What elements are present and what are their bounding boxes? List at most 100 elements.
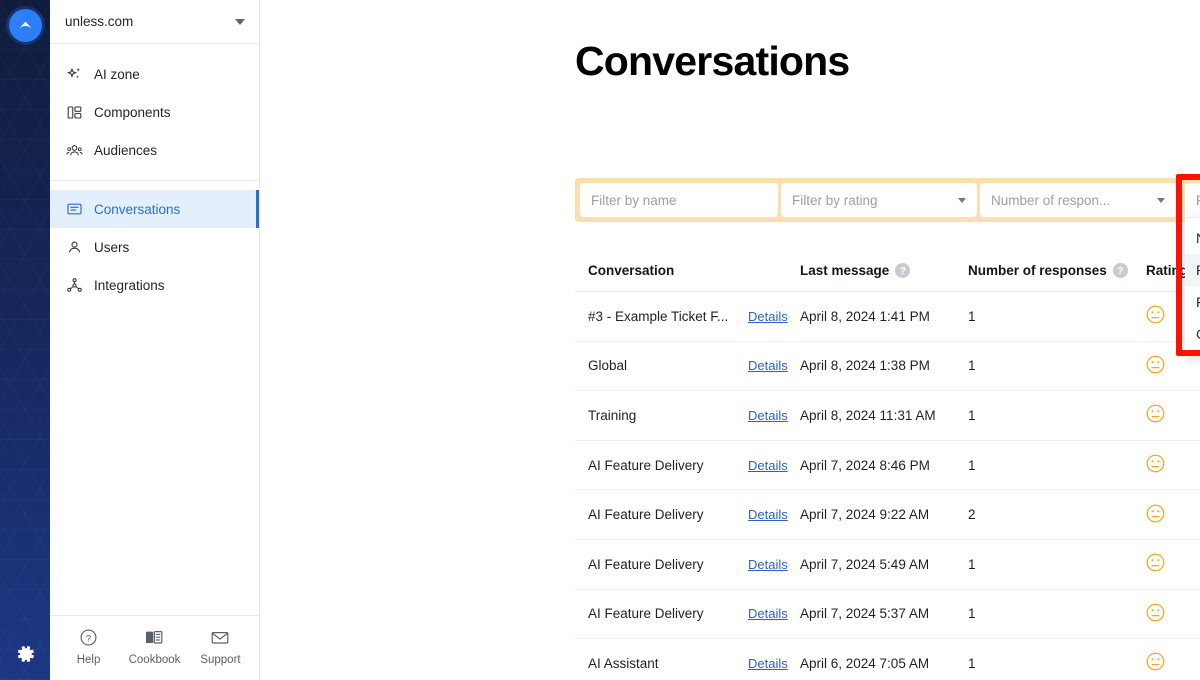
- details-link[interactable]: Details: [748, 606, 788, 621]
- chat-bubble-icon: [66, 201, 83, 218]
- logo-chevron-glyph: [16, 16, 35, 35]
- filter-by-rating-select[interactable]: Filter by rating: [781, 183, 977, 217]
- open-book-icon: [144, 628, 164, 650]
- filter-by-name-input[interactable]: Filter by name: [580, 183, 778, 217]
- filter-name-placeholder: Filter by name: [591, 193, 677, 208]
- rating-neutral-face-icon[interactable]: [1146, 553, 1165, 575]
- details-link[interactable]: Details: [748, 458, 788, 473]
- cell-conversation: AI Feature Delivery: [588, 507, 733, 522]
- help-circle-icon[interactable]: ?: [895, 263, 910, 278]
- cell-number-of-responses: 1: [968, 656, 976, 671]
- table-header-row: Conversation Last message ? Number of re…: [575, 250, 1200, 292]
- sidebar-item-label: Audiences: [94, 143, 157, 158]
- envelope-icon: [210, 628, 230, 650]
- status-option-flagged[interactable]: Flagged: [1185, 286, 1200, 318]
- gear-glyph: [13, 642, 37, 666]
- table-row[interactable]: AI Feature DeliveryDetailsApril 7, 2024 …: [575, 540, 1200, 590]
- status-option-label: Read: [1196, 262, 1200, 278]
- table-row[interactable]: AI Feature Delivery Details April 7, 2024 …: [575, 490, 1200, 540]
- cell-conversation: Global: [588, 358, 733, 373]
- table-row[interactable]: AI Feature DeliveryDetailsApril 7, 2024 …: [575, 590, 1200, 640]
- gear-icon[interactable]: [13, 642, 37, 666]
- sidebar-item-conversations[interactable]: Conversations: [50, 190, 259, 228]
- sidebar-item-users[interactable]: Users: [50, 228, 259, 266]
- chevron-down-icon: [235, 19, 245, 25]
- unless-logo-chevron-icon[interactable]: [9, 9, 42, 42]
- column-header-label: Last message: [800, 263, 889, 278]
- components-grid-icon: [66, 104, 83, 121]
- details-link[interactable]: Details: [748, 358, 788, 373]
- status-option-label: New: [1196, 230, 1200, 246]
- column-header-last-message[interactable]: Last message ?: [787, 263, 955, 278]
- cell-number-of-responses: 2: [968, 507, 976, 522]
- rating-neutral-face-icon[interactable]: [1146, 603, 1165, 625]
- support-button[interactable]: Support: [195, 628, 245, 666]
- neutral-face-glyph: [1146, 553, 1165, 572]
- cell-conversation: AI Assistant: [588, 656, 733, 671]
- cell-last-message: April 7, 2024 9:22 AM: [800, 507, 929, 522]
- conversations-table: Conversation Last message ? Number of re…: [575, 250, 1200, 680]
- sidebar-item-integrations[interactable]: Integrations: [50, 266, 259, 304]
- status-option-closed[interactable]: Closed: [1185, 318, 1200, 350]
- neutral-face-glyph: [1146, 404, 1165, 423]
- chevron-down-icon: [958, 198, 966, 203]
- page-title: Conversations: [575, 38, 849, 85]
- filter-bar: Filter by name Filter by rating Number o…: [575, 178, 1200, 222]
- status-option-read[interactable]: Read: [1185, 254, 1200, 286]
- details-link[interactable]: Details: [748, 309, 788, 324]
- sidebar-item-label: Users: [94, 240, 129, 255]
- neutral-face-glyph: [1146, 355, 1165, 374]
- details-link[interactable]: Details: [748, 408, 788, 423]
- sidebar-item-label: AI zone: [94, 67, 140, 82]
- nav-group-primary: AI zone Components: [50, 44, 259, 180]
- rating-neutral-face-icon[interactable]: [1146, 454, 1165, 476]
- neutral-face-glyph: [1146, 454, 1165, 473]
- table-row[interactable]: TrainingDetailsApril 8, 2024 11:31 AM1Re…: [575, 391, 1200, 441]
- filter-by-status-combobox: Filter by status New Read Flagged: [1185, 183, 1200, 356]
- column-header-number-of-responses[interactable]: Number of responses ?: [955, 263, 1133, 278]
- neutral-face-glyph: [1146, 504, 1165, 523]
- support-label: Support: [200, 654, 240, 666]
- cell-last-message: April 7, 2024 8:46 PM: [800, 458, 930, 473]
- rating-neutral-face-icon[interactable]: [1146, 355, 1165, 377]
- filter-status-placeholder: Filter by status: [1196, 193, 1200, 208]
- rating-neutral-face-icon[interactable]: [1146, 652, 1165, 674]
- sidebar-spacer: [50, 315, 259, 615]
- column-header-conversation[interactable]: Conversation: [575, 263, 735, 278]
- account-switcher[interactable]: unless.com: [50, 0, 259, 44]
- integrations-node-icon: [66, 277, 83, 294]
- user-icon: [66, 239, 83, 256]
- table-row[interactable]: #3 - Example Ticket F...DetailsApril 8, …: [575, 292, 1200, 342]
- cell-number-of-responses: 1: [968, 358, 976, 373]
- filter-by-responses-select[interactable]: Number of respon...: [980, 183, 1176, 217]
- cookbook-button[interactable]: Cookbook: [129, 628, 181, 666]
- table-row[interactable]: GlobalDetailsApril 8, 2024 1:38 PM1Read: [575, 342, 1200, 392]
- column-header-label: Conversation: [588, 263, 674, 278]
- sidebar-item-components[interactable]: Components: [50, 93, 259, 131]
- details-link[interactable]: Details: [748, 656, 788, 671]
- rating-neutral-face-icon[interactable]: [1146, 305, 1165, 327]
- cell-conversation: AI Feature Delivery: [588, 458, 733, 473]
- cell-number-of-responses: 1: [968, 309, 976, 324]
- table-row[interactable]: AI AssistantDetailsApril 6, 2024 7:05 AM…: [575, 639, 1200, 680]
- status-option-new[interactable]: New: [1185, 222, 1200, 254]
- rating-neutral-face-icon[interactable]: [1146, 404, 1165, 426]
- filter-by-status-input[interactable]: Filter by status: [1185, 183, 1200, 217]
- question-circle-icon: ?: [79, 628, 98, 650]
- audiences-people-icon: [66, 142, 83, 159]
- rating-neutral-face-icon[interactable]: [1146, 504, 1165, 526]
- filter-rating-placeholder: Filter by rating: [792, 193, 878, 208]
- sidebar-item-audiences[interactable]: Audiences: [50, 131, 259, 169]
- table-body: #3 - Example Ticket F...DetailsApril 8, …: [575, 292, 1200, 680]
- sidebar-item-ai-zone[interactable]: AI zone: [50, 55, 259, 93]
- account-name: unless.com: [65, 14, 235, 29]
- help-circle-icon[interactable]: ?: [1113, 263, 1128, 278]
- cell-conversation: Training: [588, 408, 733, 423]
- table-row[interactable]: AI Feature Delivery Details April 7, 2024 …: [575, 441, 1200, 491]
- details-link[interactable]: Details: [748, 507, 788, 522]
- column-header-label: Rating: [1146, 263, 1188, 278]
- cell-last-message: April 8, 2024 1:41 PM: [800, 309, 930, 324]
- nav-group-secondary: Conversations Users: [50, 180, 259, 315]
- help-button[interactable]: ? Help: [64, 628, 114, 666]
- details-link[interactable]: Details: [748, 557, 788, 572]
